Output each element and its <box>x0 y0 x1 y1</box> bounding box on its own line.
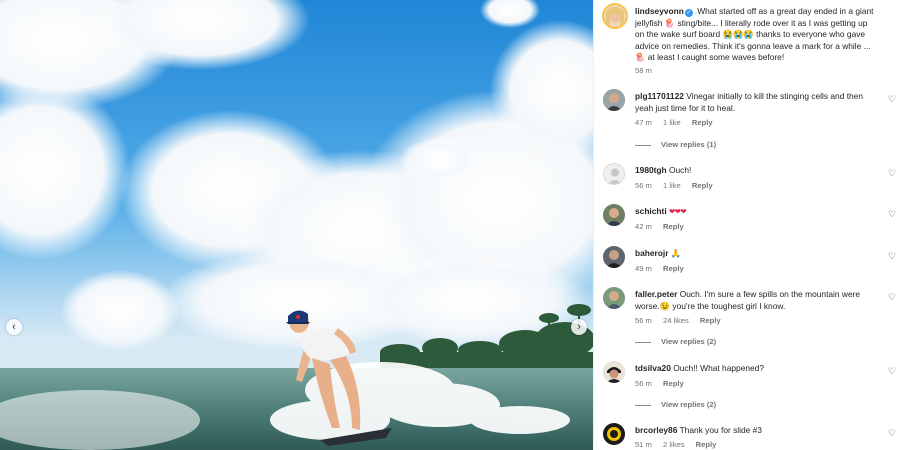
replies-divider <box>635 341 651 343</box>
comment-username[interactable]: plg11701122 <box>635 91 684 101</box>
caption-text: lindseyvonn ✓ What started off as a great… <box>635 6 875 64</box>
comment-time: 42 m <box>635 222 652 231</box>
comment-time: 49 m <box>635 264 652 273</box>
reply-button[interactable]: Reply <box>663 222 684 231</box>
comment-body: Ouch! <box>668 165 692 175</box>
commenter-avatar[interactable] <box>603 204 625 226</box>
author-avatar[interactable] <box>602 3 628 29</box>
comment-username[interactable]: brcorley86 <box>635 425 677 435</box>
comment-meta: 56 m 1 like Reply <box>635 181 722 190</box>
post-time: 58 m <box>635 66 652 75</box>
surf-photo-illustration <box>0 0 593 450</box>
comment-username[interactable]: 1980tgh <box>635 165 667 175</box>
commenter-avatar[interactable] <box>603 361 625 383</box>
comment-likes[interactable]: 24 likes <box>663 316 689 325</box>
carousel-prev-button[interactable]: ‹ <box>6 319 22 335</box>
comment-likes[interactable]: 1 like <box>663 118 681 127</box>
commenter-avatar[interactable] <box>603 287 625 309</box>
like-heart-icon[interactable]: ♡ <box>888 293 897 302</box>
comment-time: 51 m <box>635 440 652 449</box>
comment-meta: 42 m Reply <box>635 222 693 231</box>
comment-time: 56 m <box>635 181 652 190</box>
comment-likes[interactable]: 2 likes <box>663 440 685 449</box>
comment-text: faller.peter Ouch. I'm sure a few spills… <box>635 289 875 312</box>
reply-button[interactable]: Reply <box>700 316 721 325</box>
avatar-image <box>603 361 625 383</box>
avatar-image <box>603 246 625 268</box>
post-photo: ‹ › <box>0 0 593 450</box>
commenter-avatar[interactable] <box>603 423 625 445</box>
comment-text: plg11701122 Vinegar initially to kill th… <box>635 91 875 114</box>
view-replies-label: View replies (2) <box>661 337 717 346</box>
comment-meta: 49 m Reply <box>635 264 693 273</box>
reply-button[interactable]: Reply <box>696 440 717 449</box>
post-meta: 58 m <box>635 66 661 75</box>
comment-body: ❤❤❤ <box>668 207 687 216</box>
comment-time: 56 m <box>635 316 652 325</box>
comment-time: 47 m <box>635 118 652 127</box>
like-heart-icon[interactable]: ♡ <box>888 367 897 376</box>
view-replies-label: View replies (2) <box>661 400 717 409</box>
comment-text: brcorley86 Thank you for slide #3 <box>635 425 875 437</box>
reply-button[interactable]: Reply <box>663 264 684 273</box>
view-replies-button[interactable]: View replies (1) <box>635 140 716 149</box>
comment-username[interactable]: schichti <box>635 206 667 216</box>
comment-meta: 56 m 24 likes Reply <box>635 316 730 325</box>
commenter-avatar[interactable] <box>603 89 625 111</box>
commenter-avatar[interactable] <box>603 163 625 185</box>
author-username[interactable]: lindseyvonn <box>635 6 684 16</box>
comment-username[interactable]: baherojr <box>635 248 669 258</box>
replies-divider <box>635 144 651 146</box>
like-heart-icon[interactable]: ♡ <box>888 95 897 104</box>
author-avatar-image <box>604 5 626 27</box>
comment-meta: 47 m 1 like Reply <box>635 118 722 127</box>
reply-button[interactable]: Reply <box>692 118 713 127</box>
avatar-image <box>603 89 625 111</box>
comment-username[interactable]: tdsilva20 <box>635 363 671 373</box>
view-replies-button[interactable]: View replies (2) <box>635 400 716 409</box>
comment-meta: 51 m 2 likes Reply <box>635 440 725 449</box>
carousel-next-button[interactable]: › <box>571 319 587 335</box>
comments-panel: lindseyvonn ✓ What started off as a great… <box>593 0 900 450</box>
verified-badge-icon: ✓ <box>684 9 693 17</box>
view-replies-button[interactable]: View replies (2) <box>635 337 716 346</box>
comment-text: 1980tgh Ouch! <box>635 165 875 177</box>
replies-divider <box>635 404 651 406</box>
avatar-image <box>603 204 625 226</box>
view-replies-label: View replies (1) <box>661 140 717 149</box>
like-heart-icon[interactable]: ♡ <box>888 252 897 261</box>
reply-button[interactable]: Reply <box>663 379 684 388</box>
comment-meta: 56 m Reply <box>635 379 693 388</box>
commenter-avatar[interactable] <box>603 246 625 268</box>
comment-time: 56 m <box>635 379 652 388</box>
like-heart-icon[interactable]: ♡ <box>888 169 897 178</box>
comment-body: 🙏 <box>670 248 682 258</box>
comment-text: tdsilva20 Ouch!! What happened? <box>635 363 875 375</box>
comment-likes[interactable]: 1 like <box>663 181 681 190</box>
like-heart-icon[interactable]: ♡ <box>888 210 897 219</box>
comment-username[interactable]: faller.peter <box>635 289 677 299</box>
like-heart-icon[interactable]: ♡ <box>888 429 897 438</box>
comment-text: baherojr 🙏 <box>635 248 875 260</box>
comment-body: Ouch!! What happened? <box>673 363 764 373</box>
default-avatar-icon <box>604 164 624 184</box>
comment-text: schichti ❤❤❤ <box>635 206 875 218</box>
avatar-image <box>603 287 625 309</box>
avatar-image <box>603 423 625 445</box>
comment-body: Thank you for slide #3 <box>679 425 762 435</box>
reply-button[interactable]: Reply <box>692 181 713 190</box>
